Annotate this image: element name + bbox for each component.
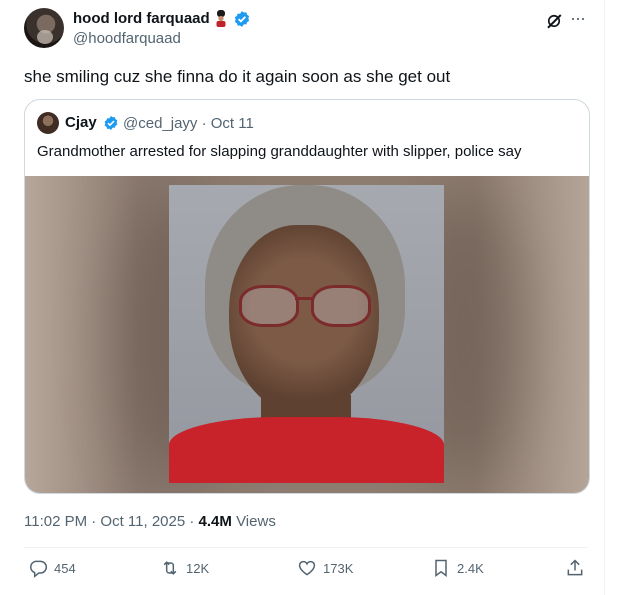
repost-icon xyxy=(163,561,177,575)
grok-icon[interactable] xyxy=(545,12,563,30)
post-meta: 11:02 PM · Oct 11, 2025 · 4.4M Views xyxy=(24,513,276,530)
quoted-avatar xyxy=(37,112,59,134)
view-count: 4.4M xyxy=(198,513,232,530)
bookmark-button[interactable]: 2.4K xyxy=(431,558,484,578)
like-button[interactable]: 173K xyxy=(297,558,353,578)
share-icon xyxy=(567,559,583,576)
meta-separator: · xyxy=(189,513,199,530)
tweet-text: she smiling cuz she finna do it again so… xyxy=(24,67,451,86)
repost-button[interactable]: 12K xyxy=(160,558,209,578)
views-label: Views xyxy=(236,513,276,530)
heart-icon xyxy=(298,560,316,576)
bookmark-count: 2.4K xyxy=(457,560,484,576)
reply-icon xyxy=(30,560,48,578)
share-button[interactable] xyxy=(565,558,585,578)
reply-count: 454 xyxy=(54,560,76,576)
avatar-detail xyxy=(37,30,53,44)
quoted-media[interactable] xyxy=(25,176,589,493)
quoted-author-name: Cjay xyxy=(65,114,97,131)
verified-badge-icon xyxy=(234,11,250,27)
bookmark-icon xyxy=(435,559,447,577)
photo-glasses-bridge xyxy=(295,297,313,300)
quoted-handle-date: @ced_jayy · Oct 11 xyxy=(123,115,254,132)
quoted-text: Grandmother arrested for slapping grandd… xyxy=(37,143,522,160)
reply-button[interactable]: 454 xyxy=(28,558,76,578)
author-handle[interactable]: @hoodfarquaad xyxy=(73,30,181,47)
like-count: 173K xyxy=(323,560,354,576)
repost-count: 12K xyxy=(186,560,210,576)
photo-glasses xyxy=(239,285,299,327)
tweet-page: hood lord farquaad @hoodfarquaad ··· she… xyxy=(0,0,617,595)
photo-glasses xyxy=(311,285,371,327)
more-icon[interactable]: ··· xyxy=(570,8,586,29)
column-border xyxy=(604,0,605,595)
verified-badge-icon xyxy=(104,116,118,130)
quoted-tweet[interactable]: Cjay @ced_jayy · Oct 11 Grandmother arre… xyxy=(24,99,590,494)
mugshot-photo xyxy=(169,185,444,483)
avatar[interactable] xyxy=(24,8,64,48)
guard-emoji-icon xyxy=(216,10,226,27)
author-name[interactable]: hood lord farquaad xyxy=(73,10,210,27)
post-time[interactable]: 11:02 PM · Oct 11, 2025 xyxy=(24,513,185,530)
photo-shirt xyxy=(169,417,444,483)
divider xyxy=(24,547,588,548)
